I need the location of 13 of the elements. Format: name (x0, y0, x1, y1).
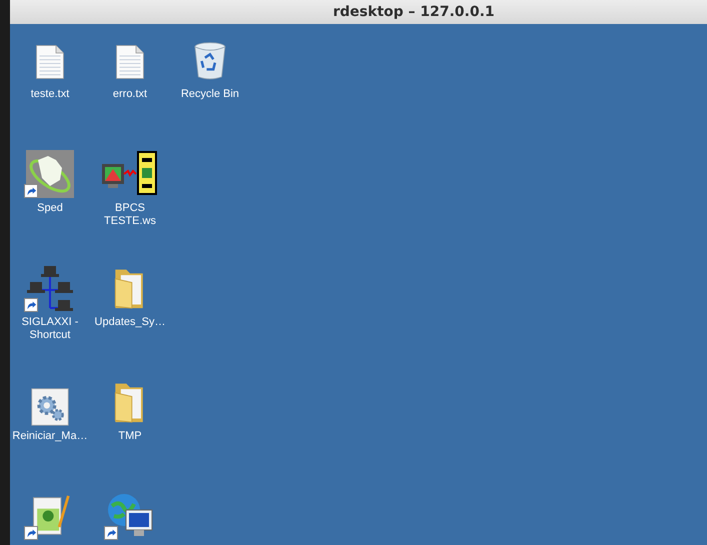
icon-label: Sped (36, 202, 64, 215)
icon-label: Reiniciar_Ma… (11, 430, 89, 443)
computer-server-icon[interactable] (100, 150, 160, 198)
network-computers-icon[interactable] (26, 264, 74, 312)
icon-label: TMP (117, 430, 143, 443)
icon-label: teste.txt (30, 88, 70, 101)
icon-label: SIGLAXXI - Shortcut (20, 316, 80, 342)
icon-label: Recycle Bin (180, 88, 240, 101)
window-title: rdesktop – 127.0.0.1 (333, 2, 495, 22)
icon-label: BPCS TESTE.ws (103, 202, 157, 228)
sped-logo-icon[interactable] (26, 150, 74, 198)
icon-label: erro.txt (112, 88, 148, 101)
icon-label: Updates_Sy… (94, 316, 166, 329)
